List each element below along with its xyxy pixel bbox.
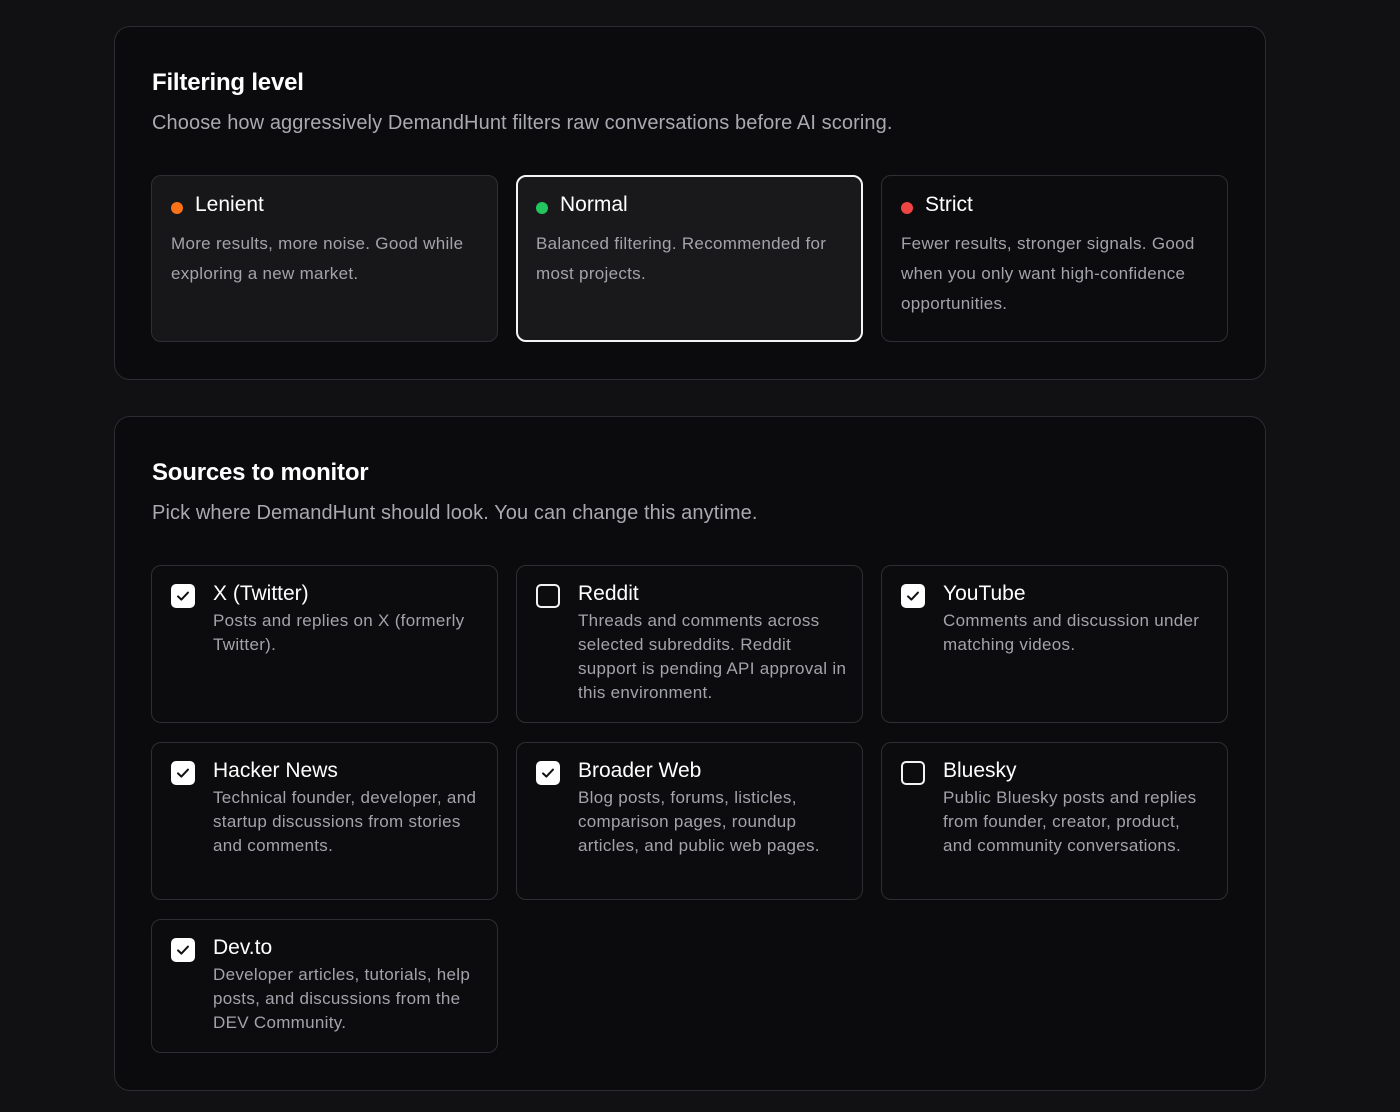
- level-option-name: Strict: [925, 193, 973, 216]
- level-option-lenient[interactable]: Lenient More results, more noise. Good w…: [151, 175, 498, 342]
- sources-panel: Sources to monitor Pick where DemandHunt…: [114, 416, 1266, 1091]
- source-description: Comments and discussion under matching v…: [943, 611, 1200, 654]
- checkbox-checked-icon[interactable]: [171, 761, 195, 785]
- filtering-level-subtitle: Choose how aggressively DemandHunt filte…: [152, 112, 893, 134]
- level-option-description: Balanced filtering. Recommended for most…: [536, 234, 827, 283]
- source-description: Technical founder, developer, and startu…: [213, 788, 477, 855]
- source-option-dev-to[interactable]: Dev.to Developer articles, tutorials, he…: [151, 919, 498, 1053]
- source-description: Threads and comments across selected sub…: [578, 611, 847, 702]
- level-option-description: Fewer results, stronger signals. Good wh…: [901, 234, 1195, 313]
- source-description: Posts and replies on X (formerly Twitter…: [213, 611, 465, 654]
- source-name: Bluesky: [943, 759, 1017, 782]
- source-option-youtube[interactable]: YouTube Comments and discussion under ma…: [881, 565, 1228, 723]
- checkbox-unchecked-icon[interactable]: [901, 761, 925, 785]
- source-description: Public Bluesky posts and replies from fo…: [943, 788, 1197, 855]
- sources-subtitle: Pick where DemandHunt should look. You c…: [152, 502, 758, 524]
- filtering-level-title: Filtering level: [152, 69, 304, 96]
- checkbox-checked-icon[interactable]: [171, 938, 195, 962]
- checkbox-checked-icon[interactable]: [536, 761, 560, 785]
- level-option-strict[interactable]: Strict Fewer results, stronger signals. …: [881, 175, 1228, 342]
- source-option-x-twitter[interactable]: X (Twitter) Posts and replies on X (form…: [151, 565, 498, 723]
- level-option-description: More results, more noise. Good while exp…: [171, 234, 464, 283]
- source-name: Dev.to: [213, 936, 273, 959]
- source-name: Hacker News: [213, 759, 338, 782]
- source-name: YouTube: [943, 582, 1026, 605]
- lenient-status-dot-icon: [171, 202, 183, 214]
- strict-status-dot-icon: [901, 202, 913, 214]
- level-option-name: Normal: [560, 193, 628, 216]
- source-option-reddit[interactable]: Reddit Threads and comments across selec…: [516, 565, 863, 723]
- source-name: Reddit: [578, 582, 639, 605]
- normal-status-dot-icon: [536, 202, 548, 214]
- level-option-normal[interactable]: Normal Balanced filtering. Recommended f…: [516, 175, 863, 342]
- checkbox-checked-icon[interactable]: [171, 584, 195, 608]
- checkbox-unchecked-icon[interactable]: [536, 584, 560, 608]
- filtering-level-panel: Filtering level Choose how aggressively …: [114, 26, 1266, 380]
- source-name: Broader Web: [578, 759, 702, 782]
- source-description: Developer articles, tutorials, help post…: [213, 965, 471, 1032]
- source-description: Blog posts, forums, listicles, compariso…: [578, 788, 820, 855]
- level-option-name: Lenient: [195, 193, 264, 216]
- source-name: X (Twitter): [213, 582, 309, 605]
- source-option-broader-web[interactable]: Broader Web Blog posts, forums, listicle…: [516, 742, 863, 900]
- checkbox-checked-icon[interactable]: [901, 584, 925, 608]
- sources-title: Sources to monitor: [152, 459, 369, 486]
- source-option-hacker-news[interactable]: Hacker News Technical founder, developer…: [151, 742, 498, 900]
- source-option-bluesky[interactable]: Bluesky Public Bluesky posts and replies…: [881, 742, 1228, 900]
